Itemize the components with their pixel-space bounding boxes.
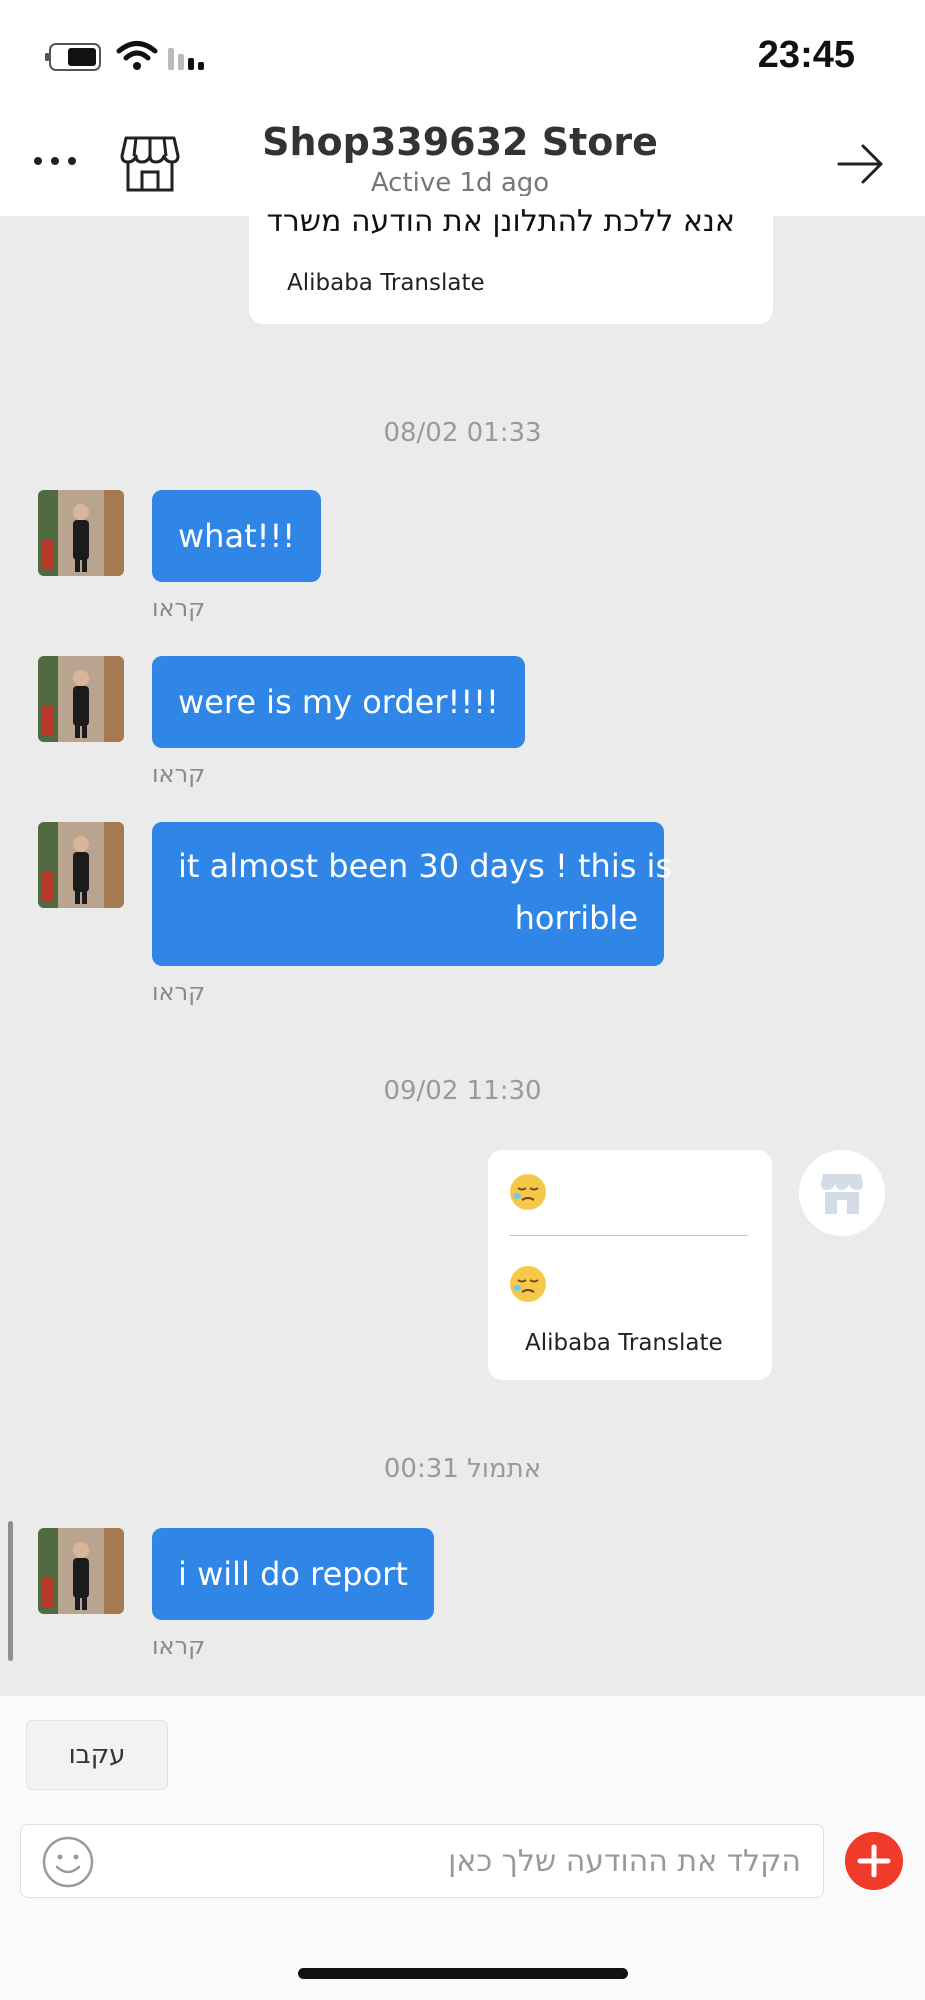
timestamp: 09/02 11:30 [383,1076,542,1106]
timestamp: 08/02 01:33 [383,418,542,448]
timestamp: אתמול 00:31 [383,1454,542,1484]
read-status: קראו [152,978,206,1006]
wifi-icon [116,41,158,70]
translated-text: אנא ללכת להתלונן את הודעה משרד [266,204,735,239]
chat-title-area: Shop339632 Store Active 1d ago [230,120,690,198]
read-status: קראו [152,760,206,788]
message-input[interactable] [111,1833,801,1889]
smiley-icon[interactable] [41,1835,95,1889]
home-indicator[interactable] [298,1968,628,1979]
scrollbar[interactable] [8,1521,13,1661]
follow-button[interactable]: עקבו [26,1720,168,1790]
avatar[interactable] [38,1528,124,1614]
arrow-right-icon[interactable] [833,136,889,192]
avatar[interactable] [38,822,124,908]
composer-bar: עקבו [0,1696,925,2000]
avatar[interactable] [38,490,124,576]
status-time: 23:45 [757,34,855,76]
avatar[interactable] [38,656,124,742]
translated-message-card: אנא ללכת להתלונן את הודעה משרד Alibaba T… [249,196,773,324]
read-status: קראו [152,1632,206,1660]
translate-label: Alibaba Translate [525,1330,723,1356]
read-status: קראו [152,594,206,622]
message-bubble[interactable]: were is my order!!!! [152,656,525,748]
message-line: it almost been 30 days ! this is [178,847,673,885]
plus-icon[interactable] [845,1832,903,1890]
active-status: Active 1d ago [370,168,550,198]
message-list[interactable]: אנא ללכת להתלונן את הודעה משרד Alibaba T… [0,196,925,1696]
message-bubble[interactable]: what!!! [152,490,322,582]
message-bubble[interactable]: it almost been 30 days ! this is horribl… [152,822,673,966]
more-dots-icon[interactable] [30,146,80,176]
message-bubble[interactable]: i will do report [152,1528,434,1620]
store-avatar-icon[interactable] [799,1150,885,1236]
store-icon[interactable] [118,132,182,196]
battery-icon [45,43,101,71]
page-title: Shop339632 Store [262,120,658,164]
divider [510,1235,748,1236]
message-input-box[interactable] [20,1824,824,1898]
translate-label: Alibaba Translate [287,270,485,296]
message-line: horrible [514,899,638,937]
store-reply-card[interactable]: 😪 😪 Alibaba Translate [488,1150,772,1380]
signal-icon [168,48,204,70]
status-bar: 23:45 [0,0,925,112]
